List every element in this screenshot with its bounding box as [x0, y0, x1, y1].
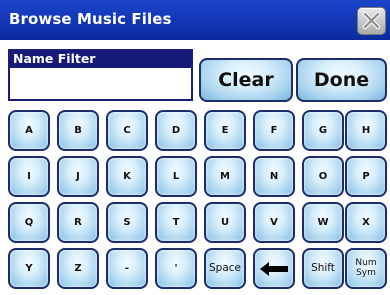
key-label: I: [27, 171, 31, 182]
close-icon: [362, 11, 381, 30]
key-label: H: [361, 125, 371, 136]
key-o[interactable]: O: [302, 156, 344, 197]
key-m[interactable]: M: [204, 156, 246, 197]
key-c[interactable]: C: [106, 110, 148, 151]
key-label: U: [220, 217, 230, 228]
key-label: R: [74, 217, 82, 228]
key-label: S: [123, 217, 131, 228]
key-label: X: [362, 217, 370, 228]
key-label: ': [174, 263, 178, 274]
key-a[interactable]: A: [8, 110, 50, 151]
close-button[interactable]: [357, 7, 386, 35]
key-label: F: [270, 125, 278, 136]
key-l[interactable]: L: [155, 156, 197, 197]
key-label: D: [171, 125, 181, 136]
key-n[interactable]: N: [253, 156, 295, 197]
key-backspace[interactable]: [253, 248, 295, 289]
key-p[interactable]: P: [345, 156, 387, 197]
key-s[interactable]: S: [106, 202, 148, 243]
key-label: T: [172, 217, 180, 228]
key-i[interactable]: I: [8, 156, 50, 197]
backspace-arrow-icon: [260, 261, 288, 276]
key-apostrophe[interactable]: ': [155, 248, 197, 289]
key-label: G: [318, 125, 328, 136]
key-label: J: [76, 171, 80, 182]
key-q[interactable]: Q: [8, 202, 50, 243]
window-title: Browse Music Files: [9, 10, 172, 28]
key-label: N: [269, 171, 279, 182]
key-label: B: [74, 125, 82, 136]
key-j[interactable]: J: [57, 156, 99, 197]
key--[interactable]: -: [106, 248, 148, 289]
key-label: L: [172, 171, 180, 182]
key-b[interactable]: B: [57, 110, 99, 151]
key-label: M: [220, 171, 230, 182]
key-w[interactable]: W: [302, 202, 344, 243]
key-t[interactable]: T: [155, 202, 197, 243]
key-label: W: [317, 217, 329, 228]
key-h[interactable]: H: [345, 110, 387, 151]
key-label: Z: [74, 263, 82, 274]
key-f[interactable]: F: [253, 110, 295, 151]
key-e[interactable]: E: [204, 110, 246, 151]
name-filter-box: Name Filter: [8, 49, 193, 101]
done-button[interactable]: Done: [296, 58, 387, 102]
title-bar: Browse Music Files: [0, 0, 390, 40]
key-label: E: [221, 125, 229, 136]
key-label: O: [318, 171, 328, 182]
key-space[interactable]: Space: [204, 248, 246, 289]
key-u[interactable]: U: [204, 202, 246, 243]
clear-button[interactable]: Clear: [199, 58, 293, 102]
key-v[interactable]: V: [253, 202, 295, 243]
key-label: Q: [24, 217, 34, 228]
key-label: V: [270, 217, 278, 228]
key-label: Space: [209, 262, 241, 274]
key-y[interactable]: Y: [8, 248, 50, 289]
key-label: P: [362, 171, 370, 182]
key-shift[interactable]: Shift: [302, 248, 344, 289]
key-label: K: [123, 171, 131, 182]
name-filter-label: Name Filter: [10, 51, 191, 68]
key-num-sym[interactable]: Num Sym: [345, 248, 387, 289]
key-label: -: [124, 263, 130, 274]
key-label: C: [123, 125, 131, 136]
key-x[interactable]: X: [345, 202, 387, 243]
key-g[interactable]: G: [302, 110, 344, 151]
key-label: Shift: [311, 262, 335, 274]
key-k[interactable]: K: [106, 156, 148, 197]
key-r[interactable]: R: [57, 202, 99, 243]
key-label: Y: [25, 263, 33, 274]
key-z[interactable]: Z: [57, 248, 99, 289]
key-label: A: [25, 125, 33, 136]
key-label: Num Sym: [355, 258, 377, 278]
name-filter-input[interactable]: [10, 68, 191, 99]
key-d[interactable]: D: [155, 110, 197, 151]
